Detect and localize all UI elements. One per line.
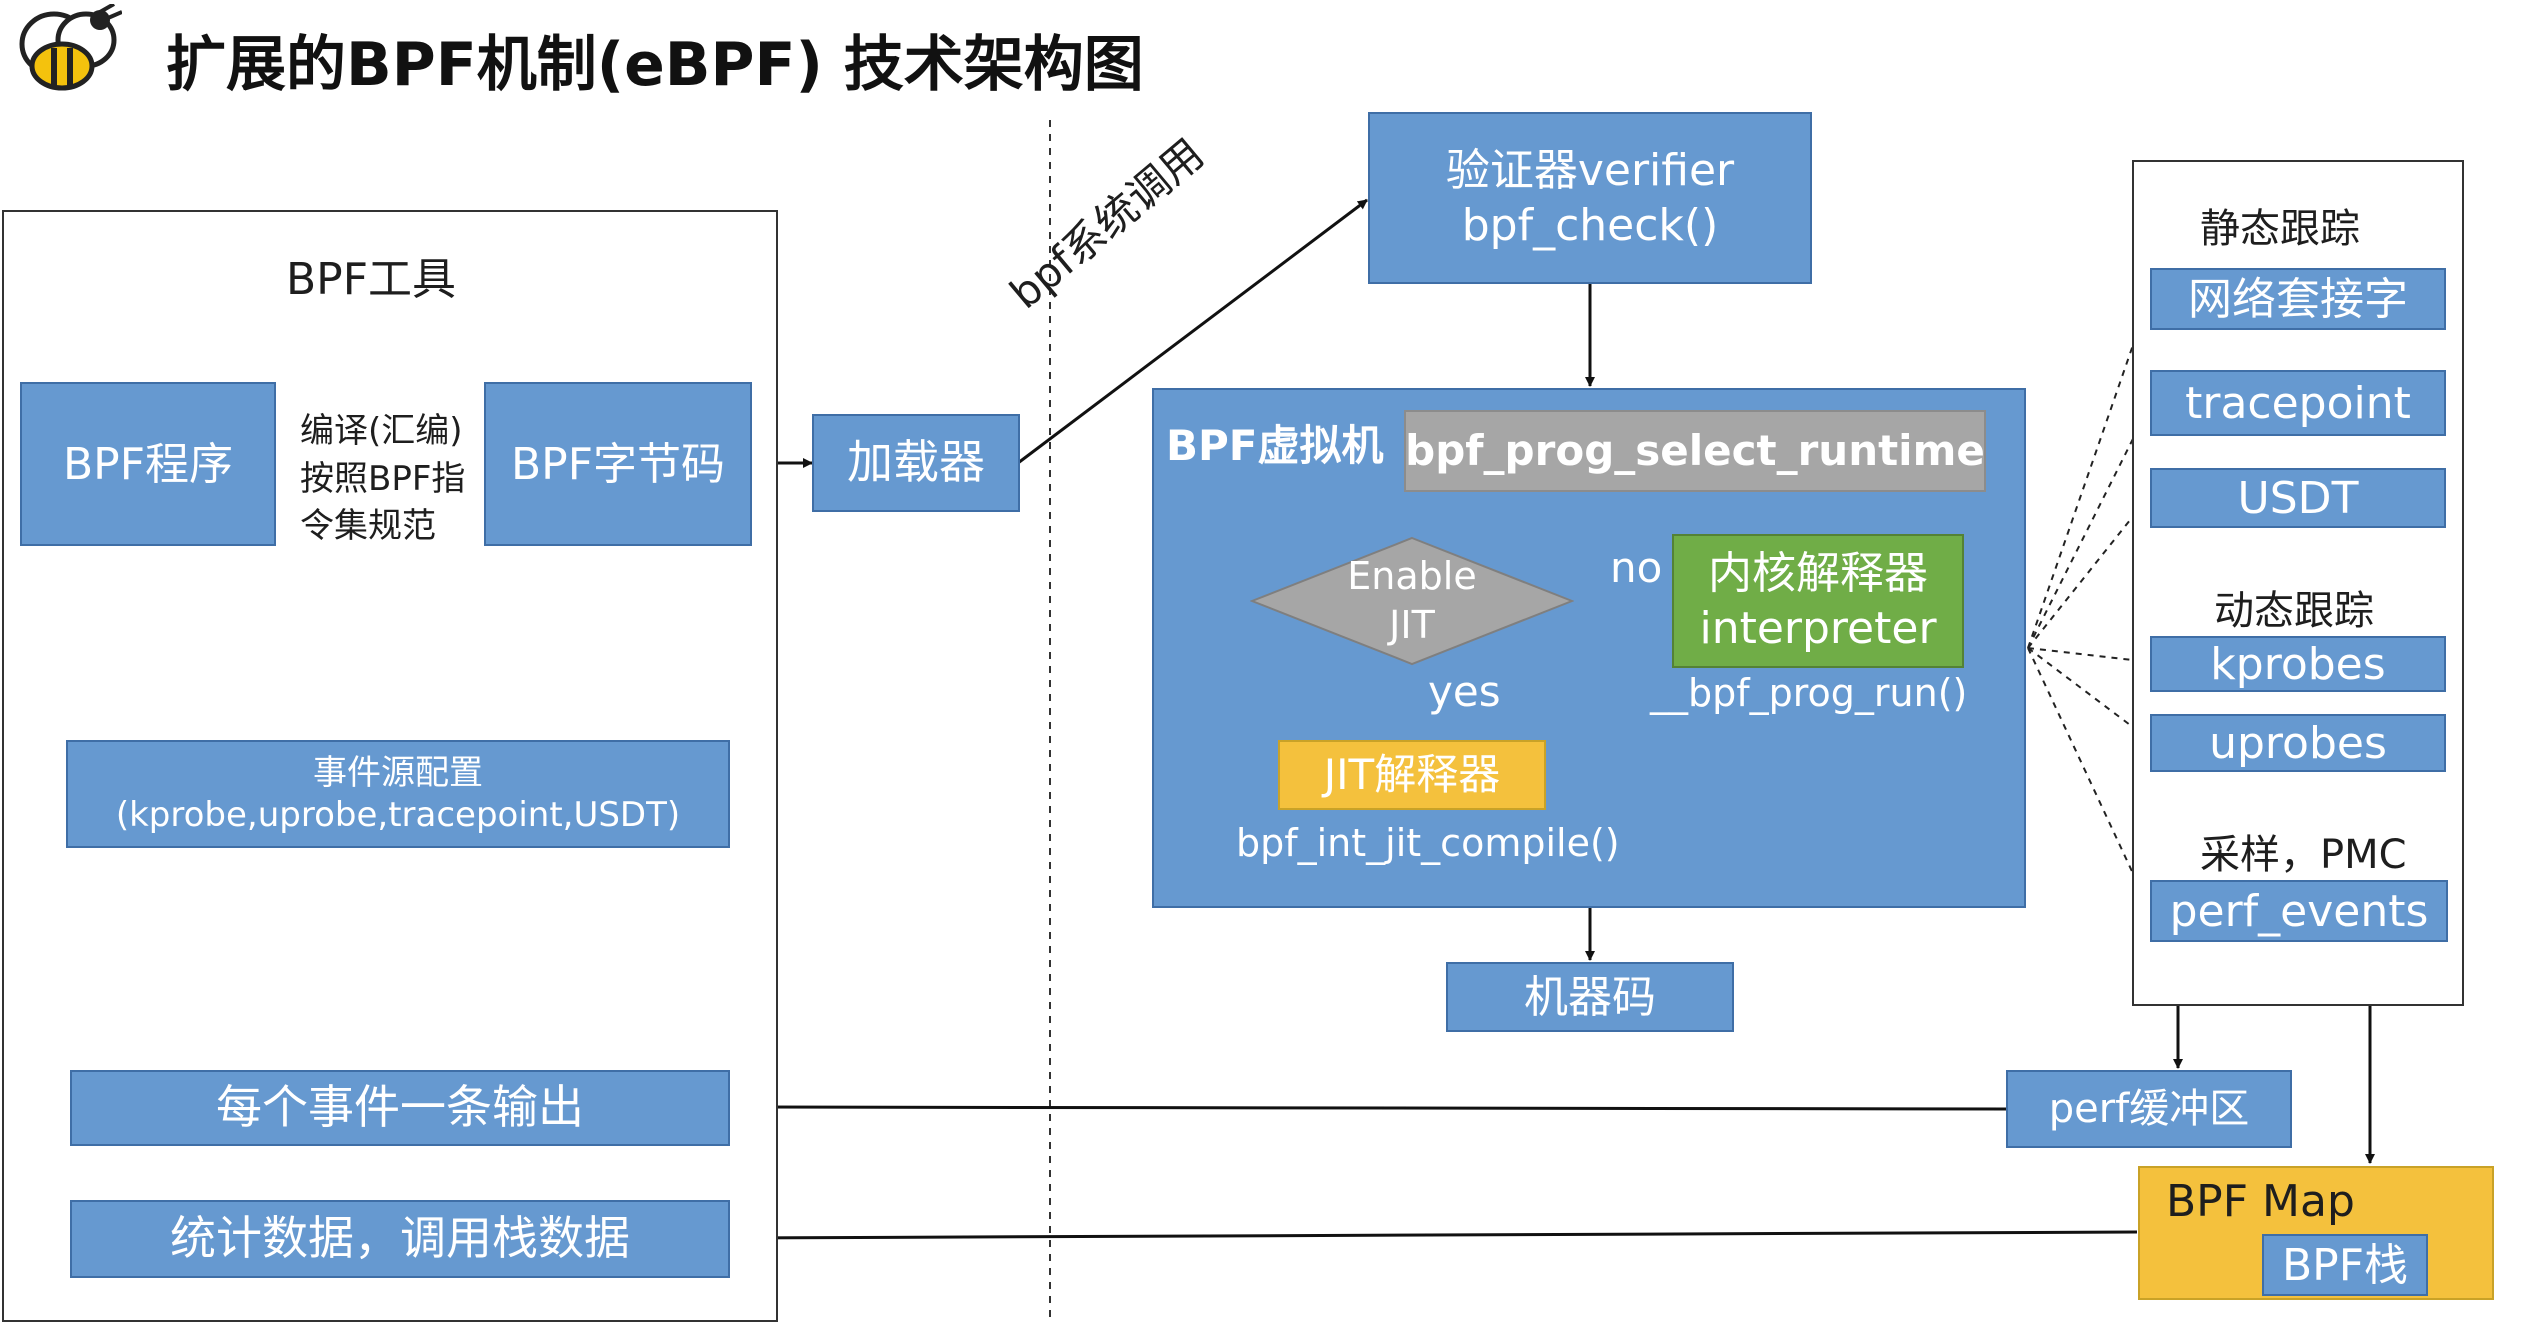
arrow-perf-buffer-to-output [731,1102,2008,1113]
yes-branch-label: yes [1428,667,1501,716]
usdt-source-box: USDT [2150,468,2446,528]
compile-label: 编译(汇编) 按照BPF指 令集规范 [300,411,466,547]
sampling-heading: 采样，PMC [2200,832,2407,878]
jit-box: JIT解释器 [1278,740,1546,810]
bpf-map-label: BPF Map [2166,1176,2355,1227]
loader-box: 加载器 [812,414,1020,512]
machine-code-box: 机器码 [1446,962,1734,1032]
event-source-config-box: 事件源配置 (kprobe,uprobe,tracepoint,USDT) [66,740,730,848]
per-event-output-box: 每个事件一条输出 [70,1070,730,1146]
bpf-vm-label: BPF虚拟机 [1166,421,1384,470]
no-branch-label: no [1610,543,1663,592]
page-title: 扩展的BPF机制(eBPF) 技术架构图 [166,30,1144,100]
uprobes-source-box: uprobes [2150,714,2446,772]
dynamic-tracing-heading: 动态跟踪 [2214,588,2374,634]
perf-events-source-box: perf_events [2150,880,2448,942]
bpf-tools-heading: BPF工具 [286,254,457,305]
arrow-bpf-map-to-stats [731,1230,2138,1243]
bpf-stack-box: BPF栈 [2262,1234,2428,1296]
verifier-box: 验证器verifier bpf_check() [1368,112,1812,284]
static-tracing-heading: 静态跟踪 [2200,206,2360,252]
select-runtime-box: bpf_prog_select_runtime [1404,410,1986,492]
tracepoint-source-box: tracepoint [2150,370,2446,436]
kprobes-source-box: kprobes [2150,636,2446,692]
bpf-program-box: BPF程序 [20,382,276,546]
enable-jit-label: Enable JIT [1347,554,1477,648]
jit-compile-label: bpf_int_jit_compile() [1236,821,1620,865]
bpf-prog-run-label: __bpf_prog_run() [1650,671,1968,715]
bee-logo-icon [14,2,123,100]
bpf-bytecode-box: BPF字节码 [484,382,752,546]
perf-buffer-box: perf缓冲区 [2006,1070,2292,1148]
stats-output-box: 统计数据，调用栈数据 [70,1200,730,1278]
socket-source-box: 网络套接字 [2150,268,2446,330]
interpreter-box: 内核解释器 interpreter [1672,534,1964,668]
